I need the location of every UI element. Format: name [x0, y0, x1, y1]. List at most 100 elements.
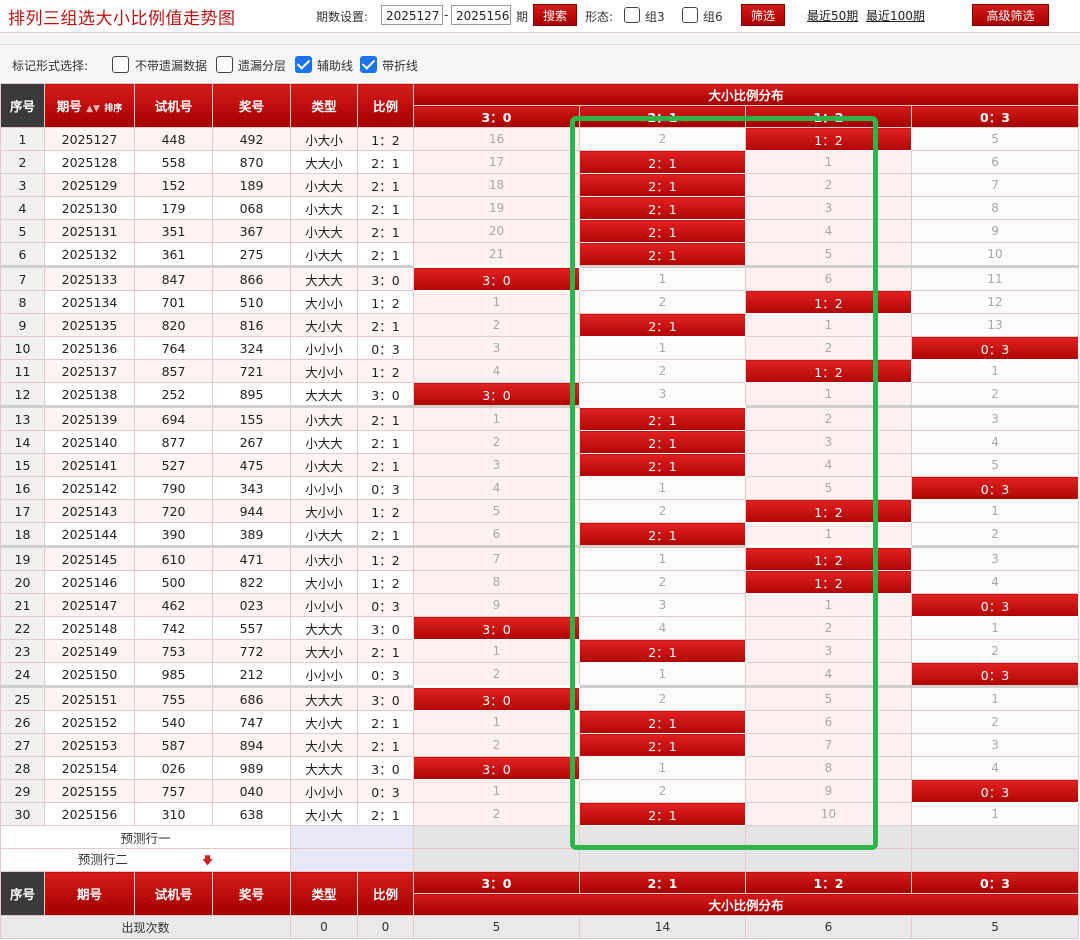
row-type: 小大大: [290, 196, 358, 220]
omission-cell: 3: [910, 405, 1080, 431]
row-ratio: 0：3: [357, 662, 414, 687]
predict-cell[interactable]: [290, 825, 414, 849]
end-period-input[interactable]: 2025156: [451, 5, 511, 25]
omission-cell: 6: [413, 522, 580, 547]
row-period: 2025144: [44, 522, 135, 547]
omission-cell: 4: [910, 570, 1080, 594]
row-draw: 866: [212, 265, 291, 291]
row-ratio: 2：1: [357, 733, 414, 757]
omission-cell: 2: [910, 522, 1080, 547]
row-ratio: 0：3: [357, 476, 414, 500]
row-seq: 13: [0, 405, 45, 431]
omission-cell: 11: [910, 265, 1080, 291]
row-type: 小大大: [290, 522, 358, 547]
row-ratio: 1：2: [357, 359, 414, 383]
footer-draw: 奖号: [212, 871, 291, 916]
table-row: 11 2025137 857 721 大小小 1：2 4 2 1：2 1: [0, 359, 1080, 383]
ratio-hit-cell: 0：3: [910, 779, 1080, 803]
predict-cell[interactable]: [413, 848, 580, 872]
predict-cell[interactable]: [745, 825, 912, 849]
row-period: 2025143: [44, 499, 135, 523]
filter-button[interactable]: 筛选: [741, 4, 785, 26]
table-row: 16 2025142 790 343 小小小 0：3 4 1 5 0：3: [0, 476, 1080, 500]
header-period[interactable]: 期号 ▲▼ 排序: [44, 83, 135, 128]
row-ratio: 2：1: [357, 522, 414, 547]
row-ratio: 0：3: [357, 593, 414, 617]
omission-cell: 5: [745, 476, 912, 500]
auxiliary-line-checkbox[interactable]: [295, 56, 312, 73]
row-trial: 742: [134, 616, 213, 640]
omission-cell: 13: [910, 313, 1080, 337]
omission-cell: 2: [579, 127, 746, 151]
occurrence-label: 出现次数: [0, 915, 291, 939]
search-button[interactable]: 搜索: [533, 4, 577, 26]
recent-100-link[interactable]: 最近100期: [866, 7, 925, 24]
row-seq: 20: [0, 570, 45, 594]
row-trial: 755: [134, 685, 213, 711]
row-period: 2025137: [44, 359, 135, 383]
omission-cell: 4: [413, 476, 580, 500]
no-omission-checkbox[interactable]: [112, 56, 129, 73]
row-ratio: 2：1: [357, 150, 414, 174]
group3-checkbox[interactable]: [624, 7, 640, 23]
predict-cell[interactable]: [413, 825, 580, 849]
no-omission-label: 不带遗漏数据: [135, 59, 208, 73]
row-trial: 152: [134, 173, 213, 197]
omission-cell: 8: [745, 756, 912, 780]
table-row: 2 2025128 558 870 大大小 2：1 17 2：1 1 6: [0, 150, 1080, 174]
row-trial: 720: [134, 499, 213, 523]
predict-cell[interactable]: [579, 825, 746, 849]
row-ratio: 2：1: [357, 196, 414, 220]
row-trial: 540: [134, 710, 213, 734]
table-row: 3 2025129 152 189 小大大 2：1 18 2：1 2 7: [0, 173, 1080, 197]
row-seq: 26: [0, 710, 45, 734]
omission-cell: 2: [579, 570, 746, 594]
omission-cell: 3: [745, 430, 912, 454]
predict-row-2[interactable]: 预测行二 🡇: [0, 848, 291, 872]
footer-ratio: 比例: [357, 871, 414, 916]
predict-cell[interactable]: [290, 848, 414, 872]
omission-cell: 20: [413, 219, 580, 243]
omission-cell: 1: [745, 382, 912, 407]
row-seq: 19: [0, 545, 45, 571]
omission-layer-checkbox[interactable]: [216, 56, 233, 73]
predict-cell[interactable]: [910, 848, 1080, 872]
arrow-down-icon[interactable]: 🡇: [202, 854, 213, 867]
row-draw: 324: [212, 336, 291, 360]
row-draw: 747: [212, 710, 291, 734]
ratio-hit-cell: 2：1: [579, 802, 746, 826]
predict-row-1[interactable]: 预测行一: [0, 825, 291, 849]
predict-cell[interactable]: [910, 825, 1080, 849]
row-trial: 790: [134, 476, 213, 500]
omission-cell: 1: [910, 616, 1080, 640]
omission-cell: 2: [579, 685, 746, 711]
header-period-label: 期号: [56, 99, 82, 114]
row-type: 大小大: [290, 733, 358, 757]
omission-cell: 1: [579, 336, 746, 360]
row-type: 小大大: [290, 219, 358, 243]
omission-cell: 1: [745, 593, 912, 617]
mark-options-bar: 标记形式选择: 不带遗漏数据 遗漏分层 辅助线 带折线: [0, 44, 1080, 84]
omission-cell: 2: [910, 639, 1080, 663]
footer-section: 序号 期号 试机号 奖号 类型 比例 3：0 2：1 1：2 0：3 大小比例分…: [0, 871, 1080, 939]
row-seq: 10: [0, 336, 45, 360]
start-period-input[interactable]: 2025127: [381, 5, 443, 25]
footer-col-0-3: 0：3: [910, 871, 1080, 894]
group6-label: 组6: [703, 10, 723, 24]
row-ratio: 1：2: [357, 545, 414, 571]
ratio-hit-cell: 2：1: [579, 313, 746, 337]
omission-cell: 10: [910, 242, 1080, 267]
row-ratio: 2：1: [357, 453, 414, 477]
omission-cell: 12: [910, 290, 1080, 314]
header-col-2-1: 2：1: [579, 105, 746, 128]
polyline-checkbox[interactable]: [360, 56, 377, 73]
predict-cell[interactable]: [579, 848, 746, 872]
row-draw: 557: [212, 616, 291, 640]
advanced-filter-button[interactable]: 高级筛选: [972, 4, 1049, 26]
predict-cell[interactable]: [745, 848, 912, 872]
table-row: 18 2025144 390 389 小大大 2：1 6 2：1 1 2: [0, 522, 1080, 547]
recent-50-link[interactable]: 最近50期: [807, 7, 858, 24]
sort-icon[interactable]: ▲▼: [86, 104, 100, 114]
row-period: 2025156: [44, 802, 135, 826]
group6-checkbox[interactable]: [682, 7, 698, 23]
